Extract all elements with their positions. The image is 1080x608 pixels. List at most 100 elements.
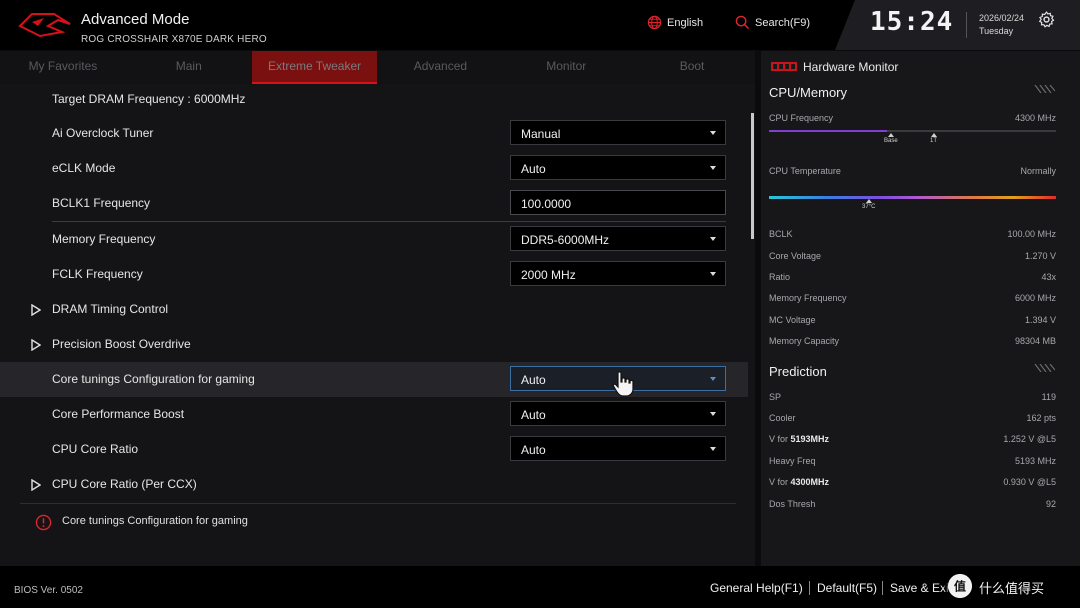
search-label: Search(F9) (755, 16, 811, 29)
1t-marker: 1T (930, 133, 937, 144)
tab-extreme-tweaker[interactable]: Extreme Tweaker (251, 51, 378, 84)
eclk-dropdown[interactable]: Auto (510, 155, 726, 180)
hand-cursor-icon (612, 371, 634, 397)
dropdown-value: Manual (521, 127, 561, 141)
stat-key: Core Voltage (769, 251, 822, 261)
target-dram-label: Target DRAM Frequency : 6000MHz (52, 92, 246, 106)
chevron-down-icon (710, 237, 716, 241)
cpu-memory-title: CPU/Memory (769, 85, 848, 100)
setting-label: eCLK Mode (52, 161, 116, 175)
ai-overclock-dropdown[interactable]: Manual (510, 120, 726, 145)
section-decoration-icon (1034, 364, 1055, 372)
setting-row-ai-overclock[interactable]: Ai Overclock Tuner Manual (0, 116, 748, 151)
stat-key: Memory Capacity (769, 336, 840, 346)
cpu-core-ratio-dropdown[interactable]: Auto (510, 436, 726, 461)
base-marker: Base (884, 133, 898, 144)
motherboard-model: ROG CROSSHAIR X870E DARK HERO (81, 34, 267, 45)
tab-advanced[interactable]: Advanced (377, 51, 503, 84)
stat-key: Cooler (769, 413, 796, 423)
stat-value: 162 pts (1026, 413, 1056, 423)
setting-row-cpu-core-ratio[interactable]: CPU Core Ratio Auto (0, 432, 748, 467)
chevron-down-icon (710, 272, 716, 276)
stat-value: 6000 MHz (1014, 293, 1056, 303)
stat-value: 5193 MHz (1014, 456, 1056, 466)
fclk-dropdown[interactable]: 2000 MHz (510, 261, 726, 286)
prediction-title: Prediction (769, 364, 827, 379)
stat-prefix: V for (769, 434, 791, 444)
submenu-label: DRAM Timing Control (52, 302, 169, 316)
setting-label: Memory Frequency (52, 232, 156, 246)
page-title: Advanced Mode (81, 11, 190, 28)
search-icon (735, 15, 750, 30)
setting-row-fclk[interactable]: FCLK Frequency 2000 MHz (0, 257, 748, 292)
language-button[interactable]: English (647, 15, 703, 30)
tab-my-favorites[interactable]: My Favorites (0, 51, 126, 84)
clock-time[interactable]: 15:24 (870, 7, 953, 37)
stat-value: 100.00 MHz (1007, 229, 1056, 239)
submenu-label: CPU Core Ratio (Per CCX) (52, 477, 197, 491)
stat-key: MC Voltage (769, 315, 816, 325)
stat-value: 4300 MHz (1014, 113, 1056, 123)
1t-marker-label: 1T (930, 138, 938, 144)
chevron-down-icon (710, 447, 716, 451)
stat-key: Dos Thresh (769, 499, 816, 509)
setting-row-core-performance-boost[interactable]: Core Performance Boost Auto (0, 397, 748, 432)
stat-key: BCLK (769, 229, 793, 239)
stat-value: 0.930 V @L5 (1003, 477, 1056, 487)
save-exit-button[interactable]: Save & Exi (890, 581, 949, 595)
tab-bar: My Favorites Main Extreme Tweaker Advanc… (0, 51, 755, 84)
scrollbar[interactable] (751, 113, 754, 239)
cpu-frequency-fill (769, 130, 887, 132)
expand-arrow-icon (31, 339, 41, 351)
setting-row-bclk1[interactable]: BCLK1 Frequency 100.0000 (0, 186, 748, 221)
submenu-cpu-core-ratio-ccx[interactable]: CPU Core Ratio (Per CCX) (0, 467, 748, 502)
expand-arrow-icon (31, 479, 41, 491)
footer-divider (882, 581, 883, 595)
core-performance-boost-dropdown[interactable]: Auto (510, 401, 726, 426)
setting-label: CPU Core Ratio (52, 442, 139, 456)
chevron-down-icon (710, 166, 716, 170)
stat-value: 1.270 V (1024, 251, 1056, 261)
cpu-frequency-bar (769, 130, 1056, 132)
watermark-logo-icon: 值 (948, 574, 972, 598)
dropdown-value: Auto (521, 443, 546, 457)
memory-frequency-dropdown[interactable]: DDR5-6000MHz (510, 226, 726, 251)
watermark-text: 什么值得买 (979, 582, 1045, 597)
cpu-temperature-bar (769, 196, 1056, 199)
temperature-marker-label: 37°C (862, 204, 876, 210)
general-help-button[interactable]: General Help(F1) (710, 581, 803, 595)
setting-row-eclk[interactable]: eCLK Mode Auto (0, 151, 748, 186)
setting-row-memory-frequency[interactable]: Memory Frequency DDR5-6000MHz (0, 222, 748, 257)
hardware-monitor-panel (761, 51, 1080, 566)
settings-panel: Target DRAM Frequency : 6000MHz Ai Overc… (0, 84, 755, 566)
stat-key: V for 4300MHz (769, 477, 829, 487)
submenu-dram-timing[interactable]: DRAM Timing Control (0, 292, 748, 327)
stat-value: 43x (1041, 272, 1056, 282)
dropdown-value: Auto (521, 373, 546, 387)
setting-label: FCLK Frequency (52, 267, 143, 281)
hardware-monitor-icon (771, 62, 797, 71)
tab-boot[interactable]: Boot (629, 51, 755, 84)
bclk1-input[interactable]: 100.0000 (510, 190, 726, 215)
search-button[interactable]: Search(F9) (735, 15, 810, 30)
date-value: 2026/02/24 (979, 13, 1025, 23)
chevron-down-icon (710, 131, 716, 135)
stat-value: 1.252 V @L5 (1003, 434, 1056, 444)
dropdown-value: Auto (521, 162, 546, 176)
setting-label: Ai Overclock Tuner (52, 126, 154, 140)
stat-frequency: 5193MHz (790, 434, 830, 444)
tab-monitor[interactable]: Monitor (503, 51, 629, 84)
expand-arrow-icon (31, 304, 41, 316)
submenu-precision-boost[interactable]: Precision Boost Overdrive (0, 327, 748, 362)
temperature-marker: 37°C (862, 199, 875, 210)
stat-prefix: V for (769, 477, 791, 487)
stat-key: CPU Frequency (769, 113, 834, 123)
default-button[interactable]: Default(F5) (817, 581, 877, 595)
gear-icon[interactable] (1038, 11, 1055, 28)
stat-frequency: 4300MHz (790, 477, 830, 487)
input-value: 100.0000 (521, 197, 572, 211)
dropdown-value: Auto (521, 408, 546, 422)
stat-value: 98304 MB (1014, 336, 1056, 346)
tab-main[interactable]: Main (126, 51, 252, 84)
hardware-monitor-title: Hardware Monitor (803, 60, 899, 74)
